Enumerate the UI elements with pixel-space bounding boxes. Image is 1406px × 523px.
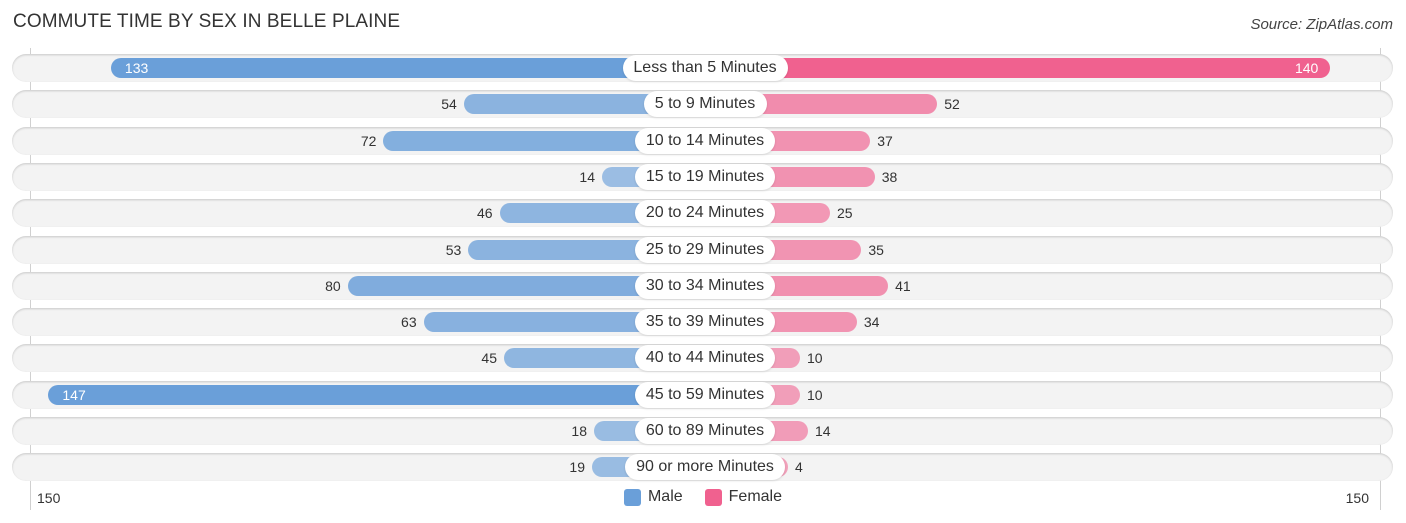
legend-label-male: Male	[647, 488, 683, 505]
category-label: 15 to 19 Minutes	[635, 163, 775, 190]
category-label: 35 to 39 Minutes	[635, 309, 775, 336]
value-label-male: 63	[401, 314, 417, 331]
value-label-female: 4	[795, 459, 803, 476]
category-label: 45 to 59 Minutes	[635, 381, 775, 408]
value-label-female: 37	[877, 132, 893, 149]
value-label-male: 72	[360, 132, 377, 149]
value-label-male: 18	[571, 423, 587, 439]
value-label-male: 54	[441, 96, 457, 113]
category-label: 60 to 89 Minutes	[635, 418, 775, 444]
value-label-female: 34	[863, 314, 880, 331]
value-label-female: 41	[895, 277, 911, 294]
bar-female[interactable]	[705, 58, 1331, 78]
legend: Male Female	[0, 488, 1406, 506]
value-label-female: 25	[837, 205, 853, 222]
value-label-male: 14	[579, 168, 595, 185]
bar-male[interactable]	[110, 58, 705, 78]
value-label-female: 10	[807, 386, 823, 403]
legend-swatch-male	[623, 488, 641, 506]
value-label-male: 53	[445, 241, 462, 258]
value-label-male: 133	[124, 60, 149, 76]
value-label-male: 80	[325, 277, 341, 294]
value-label-female: 52	[944, 96, 960, 113]
category-label: 10 to 14 Minutes	[635, 127, 775, 154]
bar-male[interactable]	[48, 384, 705, 405]
chart-area: 133 140 Less than 5 Minutes 54 52 5 to 9 Minu…	[0, 0, 1406, 523]
value-label-male: 45	[481, 350, 497, 367]
legend-item-female[interactable]: Female	[704, 488, 783, 506]
category-label: 5 to 9 Minutes	[643, 91, 767, 118]
category-label: 40 to 44 Minutes	[635, 345, 775, 372]
value-label-male: 19	[569, 459, 585, 476]
value-label-female: 140	[1294, 60, 1319, 76]
value-label-female: 35	[868, 241, 884, 258]
value-label-female: 38	[881, 168, 898, 185]
value-label-male: 46	[476, 205, 493, 222]
category-label: 20 to 24 Minutes	[635, 200, 775, 227]
category-label: 90 or more Minutes	[625, 454, 785, 481]
category-label: Less than 5 Minutes	[622, 55, 788, 81]
legend-item-male[interactable]: Male	[623, 488, 683, 506]
legend-swatch-female	[704, 488, 722, 506]
legend-label-female: Female	[728, 488, 783, 505]
value-label-male: 147	[62, 386, 86, 403]
category-label: 25 to 29 Minutes	[635, 236, 775, 263]
value-label-female: 14	[815, 423, 831, 439]
category-label: 30 to 34 Minutes	[635, 272, 775, 299]
value-label-female: 10	[807, 350, 823, 367]
